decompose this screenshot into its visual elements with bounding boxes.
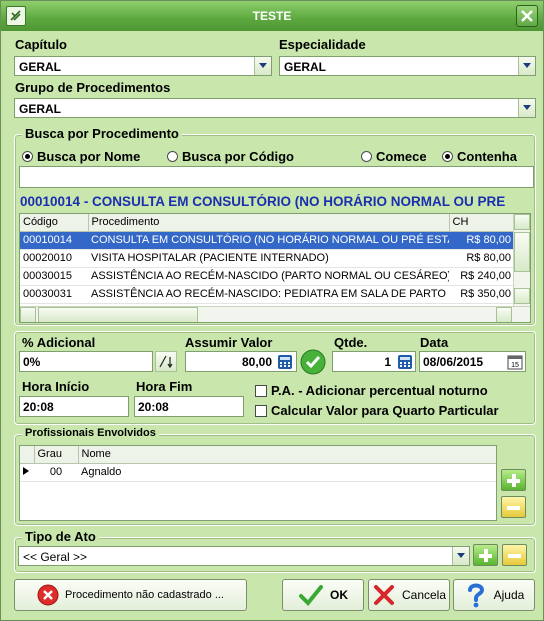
column-header-grau[interactable]: Grau	[34, 446, 79, 464]
assumir-label: Assumir Valor	[185, 335, 273, 350]
calculator-icon[interactable]	[397, 354, 413, 370]
close-button[interactable]	[516, 5, 538, 27]
radio-comece[interactable]: Comece	[361, 149, 427, 164]
cancel-x-icon	[373, 585, 394, 605]
row-pointer-icon	[23, 466, 29, 475]
sort-spin-button[interactable]	[155, 351, 177, 372]
especialidade-value: GERAL	[284, 60, 326, 74]
radio-busca-nome[interactable]: Busca por Nome	[22, 149, 140, 164]
radio-contenha[interactable]: Contenha	[442, 149, 517, 164]
scroll-thumb-h[interactable]	[38, 307, 198, 322]
busca-title: Busca por Procedimento	[22, 126, 182, 141]
window-title: TESTE	[252, 9, 292, 23]
table-row[interactable]: 00 Agnaldo	[20, 463, 496, 482]
adicional-label: % Adicional	[22, 335, 96, 350]
quarto-checkbox[interactable]: Calcular Valor para Quarto Particular	[255, 403, 499, 418]
data-label: Data	[420, 335, 449, 350]
ajuda-button[interactable]: Ajuda	[453, 579, 535, 611]
chevron-down-icon[interactable]	[254, 57, 271, 75]
scroll-thumb[interactable]	[514, 232, 530, 272]
ok-button[interactable]: OK	[282, 579, 364, 611]
confirm-check-icon[interactable]	[300, 349, 326, 375]
dialog-body: Capítulo GERAL Especialidade GERAL Grupo…	[4, 31, 540, 619]
scroll-right-icon[interactable]	[496, 307, 512, 322]
remove-profissional-button[interactable]	[501, 496, 526, 518]
selected-procedure-title: 00010014 - CONSULTA EM CONSULTÓRIO (NO H…	[20, 194, 506, 209]
add-tipo-ato-button[interactable]	[473, 544, 498, 566]
search-input[interactable]	[19, 166, 534, 188]
title-bar: TESTE	[1, 1, 543, 31]
grupo-value: GERAL	[19, 102, 61, 116]
hora-fim-input[interactable]: 20:08	[134, 396, 244, 417]
especialidade-select[interactable]: GERAL	[279, 56, 536, 76]
sort-arrows-icon	[159, 355, 173, 369]
cancela-button[interactable]: Cancela	[368, 579, 450, 611]
column-header-procedimento[interactable]: Procedimento	[88, 214, 450, 232]
chevron-down-icon[interactable]	[518, 99, 535, 117]
svg-text:15: 15	[511, 362, 519, 369]
tipo-ato-label: Tipo de Ato	[22, 529, 99, 544]
grupo-label: Grupo de Procedimentos	[15, 80, 171, 95]
procedimento-nao-cadastrado-button[interactable]: Procedimento não cadastrado ...	[14, 579, 247, 611]
help-question-icon	[467, 583, 484, 608]
column-header-ch[interactable]: CH	[449, 214, 515, 232]
tipo-ato-select[interactable]: << Geral >>	[18, 546, 470, 566]
capitulo-value: GERAL	[19, 60, 61, 74]
table-row[interactable]: 00020010 VISITA HOSPITALAR (PACIENTE INT…	[20, 249, 514, 268]
profissionais-table: Grau Nome 00 Agnaldo	[19, 445, 497, 521]
column-header-nome[interactable]: Nome	[78, 446, 496, 464]
close-icon	[521, 10, 533, 22]
scroll-left-icon[interactable]	[20, 307, 36, 322]
error-x-icon	[37, 584, 59, 606]
hora-inicio-label: Hora Início	[22, 379, 90, 394]
calculator-icon[interactable]	[277, 354, 293, 370]
column-header-codigo[interactable]: Código	[20, 214, 89, 232]
pa-checkbox[interactable]: P.A. - Adicionar percentual noturno	[255, 383, 488, 398]
scroll-up-icon[interactable]	[514, 214, 530, 230]
add-profissional-button[interactable]	[501, 469, 526, 491]
remove-tipo-ato-button[interactable]	[502, 544, 527, 566]
chevron-down-icon[interactable]	[452, 547, 469, 565]
procedures-table: Código Procedimento CH 00010014 CONSULTA…	[19, 213, 531, 323]
capitulo-label: Capítulo	[15, 37, 67, 52]
chevron-down-icon[interactable]	[518, 57, 535, 75]
tipo-ato-value: << Geral >>	[23, 550, 88, 564]
grupo-select[interactable]: GERAL	[14, 98, 536, 118]
hora-fim-label: Hora Fim	[136, 379, 193, 394]
hora-inicio-input[interactable]: 20:08	[19, 396, 129, 417]
capitulo-select[interactable]: GERAL	[14, 56, 272, 76]
radio-busca-codigo[interactable]: Busca por Código	[167, 149, 294, 164]
profissionais-title: Profissionais Envolvidos	[22, 427, 159, 439]
adicional-input[interactable]: 0%	[19, 351, 153, 372]
horizontal-scrollbar[interactable]	[20, 306, 530, 322]
check-icon	[299, 585, 323, 606]
scroll-down-icon[interactable]	[514, 288, 530, 304]
dialog-window: TESTE Capítulo GERAL Especialidade GERAL…	[0, 0, 544, 621]
calendar-icon[interactable]: 15	[507, 354, 523, 370]
qtde-label: Qtde.	[334, 335, 368, 350]
vertical-scrollbar[interactable]	[513, 214, 530, 306]
table-row[interactable]: 00010014 CONSULTA EM CONSULTÓRIO (NO HOR…	[20, 231, 514, 250]
table-row[interactable]: 00030015 ASSISTÊNCIA AO RECÉM-NASCIDO (P…	[20, 267, 514, 286]
table-row[interactable]: 00030031 ASSISTÊNCIA AO RECÉM-NASCIDO: P…	[20, 285, 514, 304]
especialidade-label: Especialidade	[279, 37, 366, 52]
